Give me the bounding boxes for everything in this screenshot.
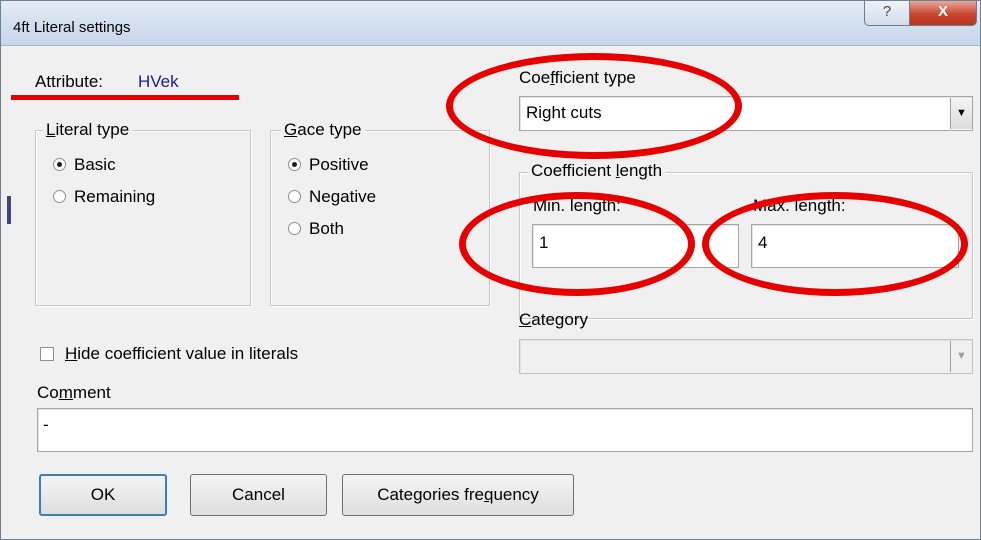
radio-selected-icon [288,158,301,171]
categories-frequency-post: uency [493,485,539,504]
hide-coefficient-label[interactable]: Hide coefficient value in literals [65,344,298,364]
attribute-value: HVek [138,72,179,91]
categories-frequency-pre: Categories fre [377,485,484,504]
radio-unselected-icon [288,222,301,235]
category-mnemonic: C [519,310,532,329]
help-button[interactable]: ? [864,1,910,26]
radio-selected-icon [53,158,66,171]
window-title: 4ft Literal settings [13,19,131,36]
annotation-ellipse-min-length [459,192,695,296]
gace-type-both-radio[interactable]: Both [288,219,344,239]
gace-type-mnemonic: G [284,120,298,139]
annotation-underline [11,95,239,100]
literal-type-title: Literal type [43,120,133,140]
hide-coefficient-label-rest: ide coefficient value in literals [77,344,299,363]
radio-unselected-icon [53,190,66,203]
radio-label: Positive [309,155,369,174]
comment-mnemonic: m [58,383,73,402]
gace-type-title: Gace type [281,120,365,140]
radio-label: Negative [309,187,377,206]
close-button[interactable]: X [909,1,977,26]
coefficient-length-title-post: ength [619,161,663,180]
annotation-ellipse-max-length [702,192,968,296]
literal-type-basic-radio[interactable]: Basic [53,155,116,175]
radio-label: Remaining [74,187,156,206]
hide-coefficient-mnemonic: H [65,344,78,363]
category-label: Category [519,310,588,330]
literal-settings-dialog: 4ft Literal settings ? X Attribute: HVek… [0,0,981,540]
radio-label: Both [309,219,344,238]
annotation-ellipse-coefficient-type [446,53,742,159]
literal-type-title-rest: iteral type [55,120,130,139]
hide-coefficient-checkbox[interactable] [40,347,54,361]
comment-label-pre: Co [37,383,59,402]
edge-artifact [7,196,11,224]
ok-button[interactable]: OK [39,474,167,516]
cancel-button[interactable]: Cancel [190,474,327,516]
title-bar[interactable]: 4ft Literal settings ? X [1,1,980,46]
categories-frequency-button[interactable]: Categories frequency [342,474,574,516]
chevron-down-icon[interactable]: ▼ [950,98,972,129]
category-select[interactable]: ▼ [519,339,973,374]
comment-label-post: ment [72,383,111,402]
comment-value: - [43,415,49,434]
literal-type-remaining-radio[interactable]: Remaining [53,187,155,207]
gace-type-positive-radio[interactable]: Positive [288,155,369,175]
radio-label: Basic [74,155,116,174]
comment-label: Comment [37,383,111,403]
gace-type-negative-radio[interactable]: Negative [288,187,376,207]
coefficient-length-title: Coefficient length [528,161,666,181]
category-label-rest: ategory [531,310,588,329]
coefficient-length-title-pre: Coefficient [531,161,616,180]
gace-type-title-rest: ace type [297,120,362,139]
chevron-down-icon[interactable]: ▼ [950,341,972,372]
comment-input[interactable]: - [37,408,973,452]
radio-unselected-icon [288,190,301,203]
attribute-label: Attribute: [35,72,104,91]
